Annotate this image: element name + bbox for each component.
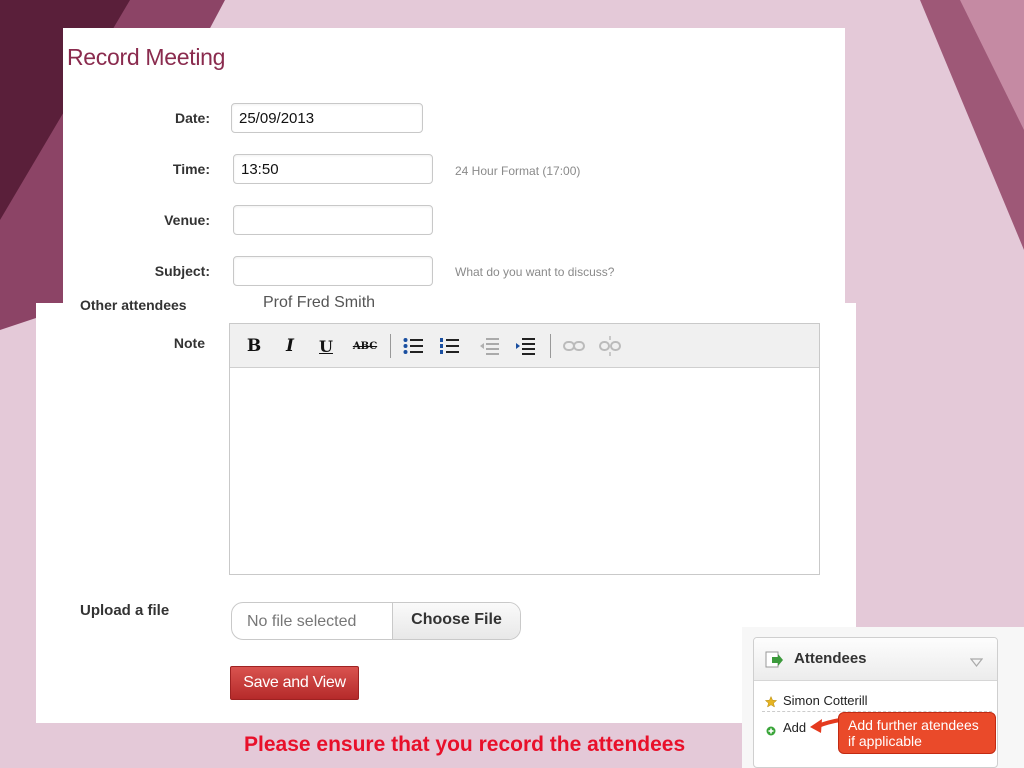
add-attendee-link[interactable]: Add xyxy=(783,720,806,735)
numbered-list-icon[interactable] xyxy=(437,334,461,358)
venue-label: Venue: xyxy=(164,212,210,228)
indent-icon[interactable] xyxy=(513,334,537,358)
note-label: Note xyxy=(173,335,205,351)
outdent-icon[interactable] xyxy=(477,334,501,358)
editor-content-area[interactable] xyxy=(230,368,819,575)
venue-input[interactable] xyxy=(233,205,433,235)
unlink-icon[interactable] xyxy=(598,334,622,358)
time-input[interactable]: 13:50 xyxy=(233,154,433,184)
time-hint: 24 Hour Format (17:00) xyxy=(455,164,581,178)
bold-button[interactable]: B xyxy=(242,334,266,358)
toolbar-separator xyxy=(550,334,551,358)
subject-hint: What do you want to discuss? xyxy=(455,265,615,279)
other-attendees-value: Prof Fred Smith xyxy=(263,294,376,311)
chevron-down-icon[interactable] xyxy=(969,654,984,672)
callout-arrow-icon xyxy=(810,718,841,733)
bullet-list-icon[interactable] xyxy=(401,334,425,358)
link-icon[interactable] xyxy=(562,334,586,358)
attendee-item: Simon Cotterill xyxy=(783,693,868,708)
subject-label: Subject: xyxy=(154,263,210,279)
italic-button[interactable]: I xyxy=(278,334,302,358)
callout-line1: Add further atendees xyxy=(848,717,979,733)
note-editor: B I U ABC xyxy=(229,323,820,575)
toolbar-separator xyxy=(390,334,391,358)
add-icon[interactable] xyxy=(766,723,776,741)
arrow-right-icon xyxy=(765,651,783,674)
save-and-view-button[interactable]: Save and View xyxy=(230,666,359,700)
subject-input[interactable] xyxy=(233,256,433,286)
time-label: Time: xyxy=(172,161,210,177)
attendees-header[interactable]: Attendees xyxy=(754,638,997,681)
underline-button[interactable]: U xyxy=(314,334,338,358)
upload-label: Upload a file xyxy=(80,602,170,619)
editor-toolbar: B I U ABC xyxy=(230,324,819,368)
strikethrough-button[interactable]: ABC xyxy=(350,334,380,358)
footer-note: Please ensure that you record the attend… xyxy=(244,733,686,756)
page-title: Record Meeting xyxy=(67,44,226,70)
other-attendees-label: Other attendees xyxy=(80,297,187,313)
date-input[interactable]: 25/09/2013 xyxy=(231,103,423,133)
attendees-title: Attendees xyxy=(794,650,867,667)
file-status: No file selected xyxy=(247,613,357,630)
date-label: Date: xyxy=(174,110,210,126)
callout-bubble: Add further atendees if applicable xyxy=(838,712,996,754)
choose-file-button[interactable]: Choose File xyxy=(392,603,520,639)
file-upload-widget[interactable]: No file selected Choose File xyxy=(231,602,521,640)
callout-line2: if applicable xyxy=(848,733,922,749)
